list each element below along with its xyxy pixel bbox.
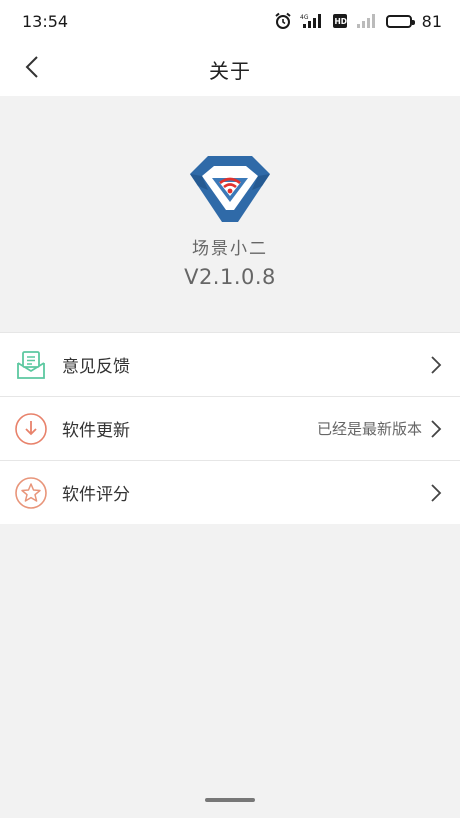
chevron-right-icon bbox=[428, 355, 444, 375]
app-name: 场景小二 bbox=[192, 239, 268, 259]
home-indicator[interactable] bbox=[205, 798, 255, 802]
signal-icon bbox=[356, 13, 378, 29]
svg-text:HD: HD bbox=[334, 17, 347, 26]
back-button[interactable] bbox=[14, 51, 50, 87]
battery-level: 81 bbox=[421, 11, 442, 31]
signal-4g-icon: 4G bbox=[300, 13, 324, 29]
alarm-icon bbox=[274, 12, 292, 30]
app-header: 关于 bbox=[0, 42, 460, 96]
menu-item-label: 软件评分 bbox=[62, 485, 130, 505]
status-time: 13:54 bbox=[22, 11, 69, 31]
update-status: 已经是最新版本 bbox=[316, 420, 422, 438]
star-rating-icon bbox=[14, 476, 48, 510]
app-logo-icon bbox=[188, 154, 272, 224]
chevron-right-icon bbox=[428, 419, 444, 439]
menu-item-update[interactable]: 软件更新 已经是最新版本 bbox=[0, 396, 460, 460]
feedback-mail-icon bbox=[14, 348, 48, 382]
menu-item-label: 意见反馈 bbox=[62, 357, 130, 377]
menu-item-feedback[interactable]: 意见反馈 bbox=[0, 332, 460, 396]
status-icons: 4G HD 81 bbox=[274, 12, 442, 31]
page-title: 关于 bbox=[209, 58, 251, 83]
chevron-left-icon bbox=[25, 55, 39, 83]
hd-icon: HD bbox=[332, 13, 348, 29]
battery-icon bbox=[385, 14, 415, 28]
settings-list: 意见反馈 软件更新 已经是最新版本 软件评分 bbox=[0, 332, 460, 524]
download-arrow-icon bbox=[14, 412, 48, 446]
chevron-right-icon bbox=[428, 483, 444, 503]
menu-item-label: 软件更新 bbox=[62, 421, 130, 441]
status-bar: 13:54 4G HD 81 bbox=[0, 0, 460, 42]
app-version: V2.1.0.8 bbox=[184, 265, 276, 289]
app-info: 场景小二 V2.1.0.8 bbox=[0, 96, 460, 332]
menu-item-rating[interactable]: 软件评分 bbox=[0, 460, 460, 524]
svg-text:4G: 4G bbox=[300, 14, 309, 21]
